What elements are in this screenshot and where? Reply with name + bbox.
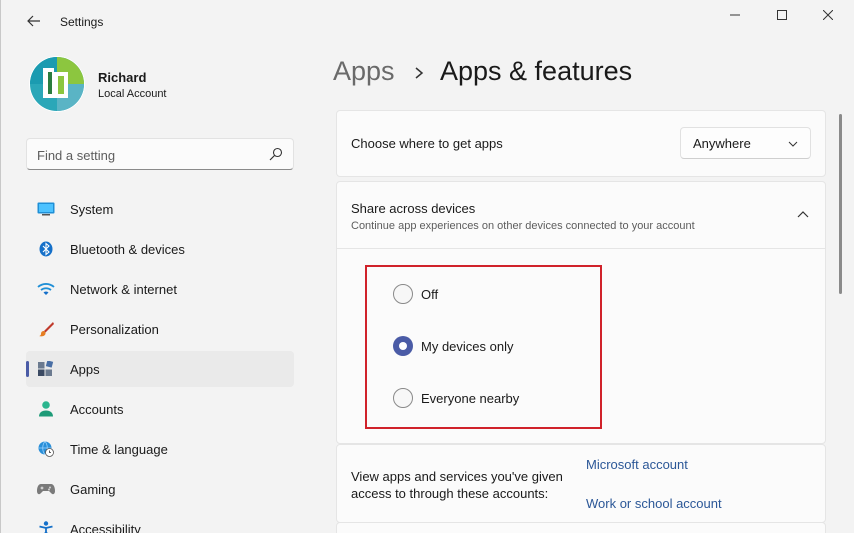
accessibility-icon (37, 521, 55, 533)
sidebar-nav: System Bluetooth & devices Network & int… (26, 191, 294, 533)
sidebar-item-label: Bluetooth & devices (70, 242, 185, 257)
sidebar-item-bluetooth[interactable]: Bluetooth & devices (26, 231, 294, 267)
minimize-icon (730, 14, 740, 16)
person-icon (37, 401, 55, 417)
user-avatar-icon (29, 56, 85, 112)
radio-option-my-devices[interactable]: My devices only (393, 335, 513, 357)
sidebar-item-label: Gaming (70, 482, 116, 497)
brush-icon (37, 321, 55, 337)
minimize-button[interactable] (712, 0, 758, 30)
radio-button-checked[interactable] (393, 336, 413, 356)
sidebar-item-label: Accounts (70, 402, 124, 417)
sidebar-item-label: Personalization (70, 322, 159, 337)
radio-button[interactable] (393, 388, 413, 408)
sidebar-item-network[interactable]: Network & internet (26, 271, 294, 307)
sidebar-item-accessibility[interactable]: Accessibility (26, 511, 294, 533)
settings-window: Settings Richard Local Account Find a se… (0, 0, 854, 533)
where-to-get-apps-label: Choose where to get apps (351, 136, 503, 151)
linked-accounts-card: View apps and services you've given acce… (336, 444, 826, 523)
chevron-up-icon[interactable] (797, 210, 809, 218)
sidebar-item-accounts[interactable]: Accounts (26, 391, 294, 427)
radio-button[interactable] (393, 284, 413, 304)
globe-clock-icon (37, 441, 55, 457)
next-card (336, 522, 826, 533)
chevron-down-icon (788, 141, 798, 147)
sidebar-item-label: Time & language (70, 442, 168, 457)
sidebar-item-label: Network & internet (70, 282, 177, 297)
dropdown-value: Anywhere (693, 136, 751, 151)
user-name: Richard (98, 70, 147, 85)
sidebar-item-label: Apps (70, 362, 100, 377)
account-type: Local Account (98, 88, 167, 100)
share-title: Share across devices (351, 201, 476, 216)
sidebar-item-system[interactable]: System (26, 191, 294, 227)
wifi-icon (37, 281, 55, 297)
search-icon[interactable] (269, 147, 283, 161)
radio-option-everyone-nearby[interactable]: Everyone nearby (393, 387, 519, 409)
radio-option-off[interactable]: Off (393, 283, 438, 305)
radio-label: My devices only (421, 338, 514, 354)
search-box[interactable] (26, 138, 294, 170)
where-to-get-apps-card: Choose where to get apps Anywhere (336, 110, 826, 177)
radio-label: Off (421, 286, 439, 302)
maximize-button[interactable] (759, 0, 805, 30)
search-input[interactable] (37, 145, 257, 165)
app-title: Settings (60, 15, 104, 29)
back-arrow-icon (27, 15, 40, 27)
work-school-account-link[interactable]: Work or school account (586, 496, 722, 511)
radio-label: Everyone nearby (421, 390, 520, 406)
sidebar-item-personalization[interactable]: Personalization (26, 311, 294, 347)
breadcrumb-parent[interactable]: Apps (333, 56, 395, 87)
close-icon (823, 10, 833, 20)
scrollbar[interactable] (839, 114, 842, 294)
gamepad-icon (37, 481, 55, 497)
sidebar-item-label: System (70, 202, 114, 217)
page-title: Apps & features (440, 56, 633, 86)
sidebar-item-time-language[interactable]: Time & language (26, 431, 294, 467)
title-bar: Settings (1, 0, 854, 42)
avatar[interactable] (29, 56, 85, 112)
back-button[interactable] (23, 10, 45, 32)
sidebar-item-apps[interactable]: Apps (26, 351, 294, 387)
bluetooth-icon (37, 241, 55, 257)
where-to-get-apps-dropdown[interactable]: Anywhere (680, 127, 811, 159)
sidebar-item-label: Accessibility (70, 522, 141, 533)
share-description: Continue app experiences on other device… (351, 220, 695, 232)
sidebar-item-gaming[interactable]: Gaming (26, 471, 294, 507)
close-button[interactable] (805, 0, 851, 30)
microsoft-account-link[interactable]: Microsoft account (586, 457, 688, 472)
linked-accounts-text: View apps and services you've given acce… (351, 469, 563, 501)
maximize-icon (777, 10, 787, 20)
monitor-icon (37, 201, 55, 217)
chevron-right-icon (415, 67, 424, 79)
share-across-devices-header[interactable]: Share across devices Continue app experi… (337, 182, 825, 249)
apps-icon (37, 361, 55, 377)
